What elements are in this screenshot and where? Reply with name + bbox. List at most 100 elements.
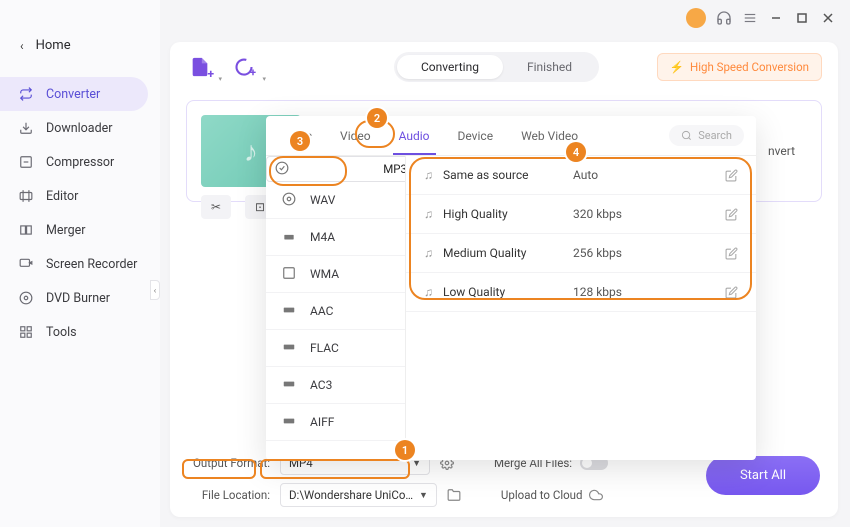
support-icon[interactable]: [716, 10, 732, 26]
ac3-icon: [282, 377, 298, 393]
file-location-label: File Location:: [188, 488, 270, 502]
sidebar-item-downloader[interactable]: Downloader: [0, 111, 160, 145]
close-icon[interactable]: [820, 10, 836, 26]
converter-icon: [18, 86, 34, 102]
edit-preset-icon[interactable]: [725, 169, 738, 182]
m4a-icon: [282, 229, 298, 245]
home-label: Home: [36, 38, 71, 53]
record-icon: [18, 256, 34, 272]
music-icon: ♫: [424, 207, 433, 221]
file-location-select[interactable]: D:\Wondershare UniConverter 1 ▼: [280, 483, 437, 507]
segment-control: Converting Finished: [394, 52, 599, 82]
sidebar-item-editor[interactable]: Editor: [0, 179, 160, 213]
format-label: WAV: [310, 193, 335, 207]
tab-audio[interactable]: Audio: [385, 116, 444, 155]
chevron-left-icon: ‹: [20, 39, 24, 53]
collapse-sidebar-icon[interactable]: ‹: [150, 280, 160, 300]
sidebar-item-label: Tools: [46, 325, 77, 340]
format-label: MP3: [383, 162, 406, 176]
upload-label: Upload to Cloud: [501, 488, 583, 502]
format-m4a[interactable]: M4A: [266, 219, 405, 256]
format-aiff[interactable]: AIFF: [266, 404, 405, 441]
output-format-label: Output Format:: [188, 456, 270, 470]
maximize-icon[interactable]: [794, 10, 810, 26]
menu-icon[interactable]: [742, 10, 758, 26]
sidebar-item-label: Converter: [46, 87, 100, 102]
format-label: WMA: [310, 267, 339, 281]
trim-button[interactable]: ✂: [201, 195, 231, 219]
sidebar-item-screenrecorder[interactable]: Screen Recorder: [0, 247, 160, 281]
quality-row[interactable]: ♫ High Quality 320 kbps: [406, 195, 756, 234]
sidebar-item-label: Editor: [46, 189, 78, 204]
format-label: AC3: [310, 378, 332, 392]
annotation-badge-3: 3: [290, 131, 310, 151]
format-label: FLAC: [310, 341, 339, 355]
editor-icon: [18, 188, 34, 204]
quality-rate: 256 kbps: [573, 246, 715, 260]
flac-icon: [282, 340, 298, 356]
add-disc-button[interactable]: +▾: [230, 53, 258, 81]
quality-rate: Auto: [573, 168, 715, 182]
minimize-icon[interactable]: [768, 10, 784, 26]
check-icon: [275, 161, 291, 177]
tab-converting[interactable]: Converting: [397, 55, 503, 79]
cloud-icon[interactable]: [589, 488, 603, 502]
convert-button[interactable]: nvert: [758, 140, 805, 162]
sidebar-item-converter[interactable]: Converter: [0, 77, 148, 111]
sidebar-item-tools[interactable]: Tools: [0, 315, 160, 349]
format-mp3[interactable]: MP3: [266, 156, 406, 182]
wma-icon: [282, 266, 298, 282]
annotation-badge-4: 4: [566, 142, 586, 162]
format-label: AAC: [310, 304, 333, 318]
aac-icon: [282, 303, 298, 319]
edit-preset-icon[interactable]: [725, 286, 738, 299]
add-file-button[interactable]: +▾: [186, 53, 214, 81]
quality-row[interactable]: ♫Low Quality128 kbps: [406, 273, 756, 312]
format-label: M4A: [310, 230, 335, 244]
file-location-value: D:\Wondershare UniConverter 1: [289, 488, 419, 502]
quality-rate: 320 kbps: [573, 207, 715, 221]
start-all-button[interactable]: Start All: [706, 456, 820, 495]
sidebar-item-compressor[interactable]: Compressor: [0, 145, 160, 179]
quality-name: High Quality: [443, 207, 563, 221]
music-icon: ♫: [424, 168, 433, 182]
sidebar-item-label: Screen Recorder: [46, 257, 137, 272]
edit-preset-icon[interactable]: [725, 247, 738, 260]
music-note-icon: ♪: [244, 135, 258, 168]
music-icon: ♫: [424, 246, 433, 260]
bolt-icon: ⚡: [670, 60, 684, 74]
quality-row[interactable]: ♫ Same as source Auto: [406, 156, 756, 195]
sidebar-item-merger[interactable]: Merger: [0, 213, 160, 247]
tools-icon: [18, 324, 34, 340]
search-placeholder: Search: [698, 129, 732, 142]
merger-icon: [18, 222, 34, 238]
tab-device[interactable]: Device: [444, 116, 508, 155]
home-link[interactable]: ‹ Home: [0, 30, 160, 61]
quality-row[interactable]: ♫ Medium Quality 256 kbps: [406, 234, 756, 273]
format-flac[interactable]: FLAC: [266, 330, 405, 367]
sidebar-item-dvdburner[interactable]: DVD Burner: [0, 281, 160, 315]
sidebar-item-label: Merger: [46, 223, 86, 238]
format-wma[interactable]: WMA: [266, 256, 405, 293]
format-label: AIFF: [310, 415, 334, 429]
edit-preset-icon[interactable]: [725, 208, 738, 221]
quality-rate: 128 kbps: [573, 285, 715, 299]
search-input[interactable]: Search: [669, 125, 744, 146]
format-popup: Rec Video Audio Device Web Video Search …: [266, 116, 756, 460]
disc-icon: [18, 290, 34, 306]
compress-icon: [18, 154, 34, 170]
sidebar-item-label: DVD Burner: [46, 291, 110, 306]
high-speed-button[interactable]: ⚡ High Speed Conversion: [657, 53, 822, 81]
format-aac[interactable]: AAC: [266, 293, 405, 330]
quality-name: Same as source: [443, 168, 563, 182]
high-speed-label: High Speed Conversion: [690, 60, 809, 74]
folder-icon[interactable]: [447, 488, 461, 502]
format-list: MP3 WAV M4A WMA AAC FLAC AC3 AIFF: [266, 156, 406, 460]
chevron-down-icon: ▼: [419, 490, 428, 501]
format-ac3[interactable]: AC3: [266, 367, 405, 404]
avatar[interactable]: [686, 8, 706, 28]
format-wav[interactable]: WAV: [266, 182, 405, 219]
annotation-badge-1: 1: [395, 440, 415, 460]
tab-finished[interactable]: Finished: [503, 55, 596, 79]
quality-name: Medium Quality: [443, 246, 563, 260]
